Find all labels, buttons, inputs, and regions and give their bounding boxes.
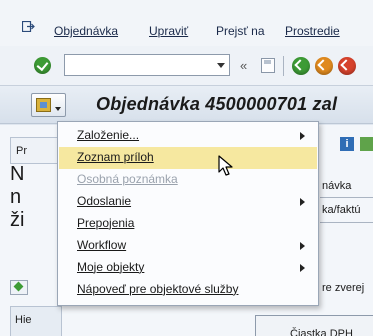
submenu-arrow-icon bbox=[300, 264, 305, 272]
save-icon[interactable] bbox=[261, 58, 275, 73]
menu-item-moje-objekty[interactable]: Moje objekty bbox=[59, 257, 317, 279]
submenu-arrow-icon bbox=[300, 242, 305, 250]
cancel-red-icon[interactable] bbox=[338, 57, 356, 75]
field-label-zverejnenie: re zverej bbox=[322, 282, 365, 294]
menu-prejst-na[interactable]: Prejsť na bbox=[216, 24, 265, 38]
menu-item-zalozenie[interactable]: Založenie... bbox=[59, 125, 317, 147]
chevron-down-icon bbox=[55, 107, 61, 111]
menu-item-label: Odoslanie bbox=[77, 194, 132, 208]
submenu-arrow-icon bbox=[300, 132, 305, 140]
menu-bar: Objednávka Upraviť Prejsť na Prostredie bbox=[0, 0, 373, 46]
field-label-ciastka-dph: Čiastka DPH bbox=[290, 328, 353, 336]
back-green-icon[interactable] bbox=[292, 57, 310, 75]
toolbar-separator bbox=[283, 56, 284, 76]
menu-item-zoznam-priloh[interactable]: Zoznam príloh bbox=[59, 147, 317, 169]
exit-door-icon[interactable] bbox=[22, 21, 35, 32]
menu-item-label: Založenie... bbox=[77, 128, 140, 142]
title-bar: Objednávka 4500000701 zal bbox=[0, 86, 373, 124]
menu-item-label: Prepojenia bbox=[77, 216, 135, 230]
command-field[interactable] bbox=[64, 54, 230, 76]
menu-item-label: Workflow bbox=[77, 238, 127, 252]
page-title: Objednávka 4500000701 zal bbox=[96, 94, 338, 114]
tab-pr[interactable]: Pr bbox=[10, 137, 58, 164]
exit-orange-icon[interactable] bbox=[315, 57, 333, 75]
menu-item-label: Moje objekty bbox=[77, 260, 145, 274]
object-services-menu: Založenie... Zoznam príloh Osobná poznám… bbox=[57, 121, 319, 306]
menu-objednavka[interactable]: Objednávka bbox=[54, 24, 118, 38]
menu-item-label: Osobná poznámka bbox=[77, 172, 178, 186]
tab-hie[interactable]: Hie bbox=[10, 306, 62, 336]
menu-item-odoslanie[interactable]: Odoslanie bbox=[59, 191, 317, 213]
menu-item-prepojenia[interactable]: Prepojenia bbox=[59, 213, 317, 235]
object-services-icon bbox=[36, 98, 51, 112]
heading-fragment-2: n bbox=[10, 186, 22, 208]
field-label-nakupna: návka bbox=[322, 180, 352, 192]
menu-item-workflow[interactable]: Workflow bbox=[59, 235, 317, 257]
menu-upravit[interactable]: Upraviť bbox=[149, 24, 188, 38]
toolbar: « bbox=[0, 46, 373, 86]
menu-item-napoved[interactable]: Nápoveď pre objektové služby bbox=[59, 279, 317, 301]
field-label-faktura: ka/faktú bbox=[322, 204, 361, 216]
mouse-pointer-icon bbox=[218, 155, 233, 176]
tool-icon[interactable] bbox=[360, 137, 373, 151]
ok-check-icon[interactable] bbox=[34, 57, 51, 74]
object-services-button[interactable] bbox=[31, 93, 66, 117]
divider bbox=[320, 197, 373, 198]
heading-fragment-3: ži bbox=[10, 209, 25, 231]
menu-prostredie[interactable]: Prostredie bbox=[285, 24, 340, 38]
tab-hie-label: Hie bbox=[15, 314, 32, 326]
divider bbox=[320, 222, 373, 223]
expand-tree-icon[interactable] bbox=[10, 280, 28, 295]
menu-item-osobna-poznamka: Osobná poznámka bbox=[59, 169, 317, 191]
info-icon[interactable]: i bbox=[340, 137, 354, 151]
right-panel bbox=[318, 125, 373, 336]
menu-item-label: Nápoveď pre objektové služby bbox=[77, 282, 239, 296]
history-back-icon[interactable]: « bbox=[240, 58, 247, 73]
heading-fragment-1: N bbox=[10, 163, 25, 185]
submenu-arrow-icon bbox=[300, 198, 305, 206]
menu-item-label: Zoznam príloh bbox=[77, 150, 154, 164]
tab-pr-label: Pr bbox=[16, 145, 27, 157]
command-dropdown-icon[interactable] bbox=[217, 63, 225, 68]
